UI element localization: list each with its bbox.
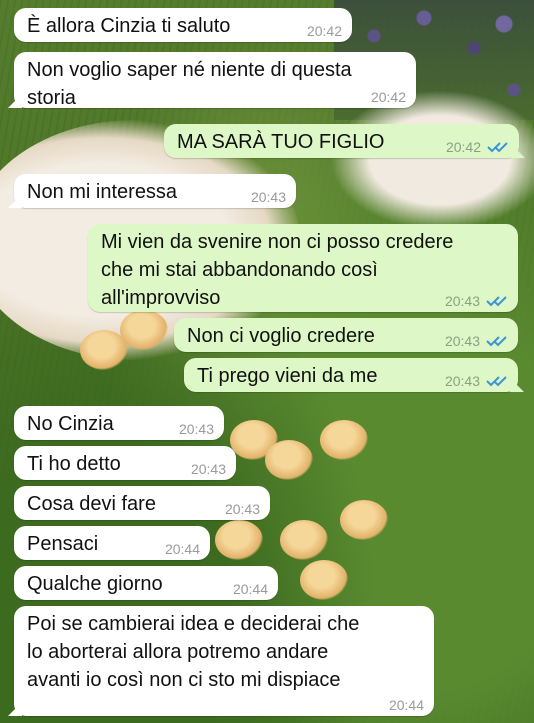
double-check-icon [487,141,509,153]
incoming-message[interactable]: Ti ho detto 20:43 [14,446,236,480]
incoming-message[interactable]: Non voglio saper né niente di questa sto… [14,52,416,109]
message-time: 20:44 [164,541,200,557]
incoming-message[interactable]: No Cinzia 20:43 [14,406,224,440]
incoming-message[interactable]: È allora Cinzia ti saluto 20:42 [14,8,352,42]
message-time: 20:43 [190,461,226,477]
wallpaper-chick [300,560,348,600]
incoming-message[interactable]: Poi se cambierai idea e deciderai che lo… [14,606,434,716]
double-check-icon [486,375,508,387]
wallpaper-chick [265,440,313,480]
message-time: 20:42 [306,23,342,39]
message-text: Qualche giorno [27,573,163,595]
message-time: 20:42 [370,89,406,105]
incoming-message[interactable]: Pensaci 20:44 [14,526,210,560]
message-time: 20:43 [224,501,260,517]
wallpaper-chick [280,520,328,560]
message-time: 20:42 [445,139,481,155]
message-time: 20:44 [232,581,268,597]
outgoing-message[interactable]: Ti prego vieni da me 20:43 [184,358,518,392]
wallpaper-chick [340,500,388,540]
outgoing-message[interactable]: Non ci voglio credere 20:43 [174,318,518,352]
wallpaper-chick [320,420,368,460]
message-text: Non voglio saper né niente di questa sto… [27,59,352,109]
message-text: Non mi interessa [27,181,178,203]
message-time: 20:43 [444,333,480,349]
message-text: È allora Cinzia ti saluto [27,15,231,37]
message-time: 20:44 [388,697,424,713]
double-check-icon [486,295,508,307]
incoming-message[interactable]: Cosa devi fare 20:43 [14,486,270,520]
message-time: 20:43 [444,293,480,309]
message-time: 20:43 [178,421,214,437]
message-time: 20:43 [250,189,286,205]
outgoing-message[interactable]: Mi vien da svenire non ci posso credere … [88,224,518,312]
message-time: 20:43 [444,373,480,389]
message-text: Poi se cambierai idea e deciderai che lo… [27,613,360,691]
wallpaper-chick [215,520,263,560]
incoming-message[interactable]: Qualche giorno 20:44 [14,566,278,600]
wallpaper-chick [120,310,168,350]
incoming-message[interactable]: Non mi interessa 20:43 [14,174,296,208]
outgoing-message[interactable]: MA SARÀ TUO FIGLIO 20:42 [164,124,519,158]
double-check-icon [486,335,508,347]
